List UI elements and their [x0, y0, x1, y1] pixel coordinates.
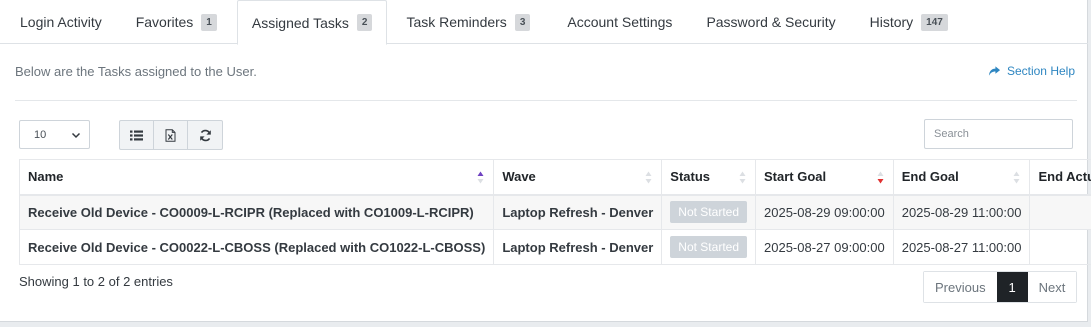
- column-label: End Goal: [901, 169, 959, 185]
- count-badge: 3: [514, 13, 531, 31]
- table-row[interactable]: Receive Old Device - CO0009-L-RCIPR (Rep…: [18, 194, 1091, 230]
- sort-icon: [1013, 171, 1020, 184]
- tab-label: Favorites: [135, 14, 194, 30]
- user-details-card: Login Activity Favorites 1 Assigned Task…: [0, 0, 1091, 322]
- table-header-row: Name Wave Status Start Goal End Goal End…: [18, 159, 1091, 196]
- excel-file-icon: [165, 128, 176, 142]
- count-badge: 1: [201, 13, 217, 31]
- tab-label: History: [869, 14, 914, 30]
- sort-asc-icon: [477, 171, 484, 184]
- column-header-name[interactable]: Name: [18, 159, 495, 196]
- column-header-end-actual[interactable]: End Actual: [1029, 159, 1091, 196]
- wave-cell: Laptop Refresh - Denver: [493, 229, 663, 265]
- column-label: End Actual: [1038, 169, 1091, 185]
- table-tools-group: [119, 120, 223, 150]
- status-cell: Not Started: [661, 194, 756, 230]
- task-name-cell: Receive Old Device - CO0022-L-CBOSS (Rep…: [18, 229, 495, 265]
- tab-label: Assigned Tasks: [251, 14, 349, 31]
- list-icon: [130, 130, 143, 140]
- column-label: Wave: [502, 169, 536, 185]
- page-length-select[interactable]: 10: [19, 120, 90, 149]
- tab-account-settings[interactable]: Account Settings: [549, 0, 689, 44]
- export-excel-button[interactable]: [154, 121, 188, 149]
- divider: [15, 100, 1077, 101]
- assigned-tasks-table: Name Wave Status Start Goal End Goal End…: [18, 159, 1091, 265]
- next-page-button[interactable]: Next: [1027, 272, 1077, 302]
- status-badge: Not Started: [670, 236, 747, 258]
- previous-page-button[interactable]: Previous: [924, 272, 997, 302]
- tab-label: Account Settings: [567, 14, 673, 30]
- section-help-link[interactable]: Section Help: [988, 64, 1075, 78]
- column-label: Status: [670, 169, 711, 185]
- tab-login-activity[interactable]: Login Activity: [0, 0, 119, 44]
- tab-label: Password & Security: [706, 14, 836, 30]
- column-header-start-goal[interactable]: Start Goal: [755, 159, 894, 196]
- end-actual-cell: [1029, 229, 1091, 265]
- tab-password-security[interactable]: Password & Security: [689, 0, 852, 44]
- tab-history[interactable]: History 147: [853, 0, 962, 44]
- share-arrow-icon: [988, 66, 1001, 76]
- end-actual-cell: [1029, 194, 1091, 230]
- end-goal-cell: 2025-08-29 11:00:00: [892, 194, 1031, 230]
- refresh-icon: [199, 129, 211, 141]
- search-input[interactable]: [924, 119, 1073, 149]
- page-1-button[interactable]: 1: [996, 272, 1028, 302]
- section-description: Below are the Tasks assigned to the User…: [15, 64, 257, 79]
- table-row[interactable]: Receive Old Device - CO0022-L-CBOSS (Rep…: [18, 229, 1091, 265]
- task-name-cell: Receive Old Device - CO0009-L-RCIPR (Rep…: [18, 194, 495, 230]
- start-goal-cell: 2025-08-27 09:00:00: [755, 229, 894, 265]
- pagination: Previous 1 Next: [923, 271, 1078, 303]
- page-length-value: 10: [34, 128, 47, 141]
- count-badge: 147: [921, 13, 948, 31]
- refresh-button[interactable]: [188, 121, 222, 149]
- chevron-down-icon: [71, 132, 81, 139]
- tab-label: Task Reminders: [406, 14, 507, 30]
- tab-bar: Login Activity Favorites 1 Assigned Task…: [0, 0, 1088, 45]
- column-label: Name: [28, 169, 64, 185]
- sort-icon: [645, 171, 652, 184]
- column-visibility-button[interactable]: [120, 121, 154, 149]
- status-cell: Not Started: [661, 229, 756, 265]
- column-header-status[interactable]: Status: [661, 159, 756, 196]
- wave-cell: Laptop Refresh - Denver: [493, 194, 663, 230]
- column-label: Start Goal: [764, 169, 827, 185]
- sort-desc-icon: [877, 171, 884, 184]
- column-header-end-goal[interactable]: End Goal: [892, 159, 1031, 196]
- tab-label: Login Activity: [20, 14, 102, 30]
- end-goal-cell: 2025-08-27 11:00:00: [892, 229, 1031, 265]
- count-badge: 2: [356, 14, 373, 31]
- tab-task-reminders[interactable]: Task Reminders 3: [387, 0, 549, 44]
- tab-favorites[interactable]: Favorites 1: [119, 0, 237, 44]
- table-info: Showing 1 to 2 of 2 entries: [19, 274, 173, 289]
- sort-icon: [739, 171, 746, 184]
- column-header-wave[interactable]: Wave: [493, 159, 663, 196]
- start-goal-cell: 2025-08-29 09:00:00: [755, 194, 894, 230]
- section-help-label: Section Help: [1006, 64, 1075, 78]
- status-badge: Not Started: [670, 201, 747, 224]
- tab-assigned-tasks[interactable]: Assigned Tasks 2: [236, 0, 388, 45]
